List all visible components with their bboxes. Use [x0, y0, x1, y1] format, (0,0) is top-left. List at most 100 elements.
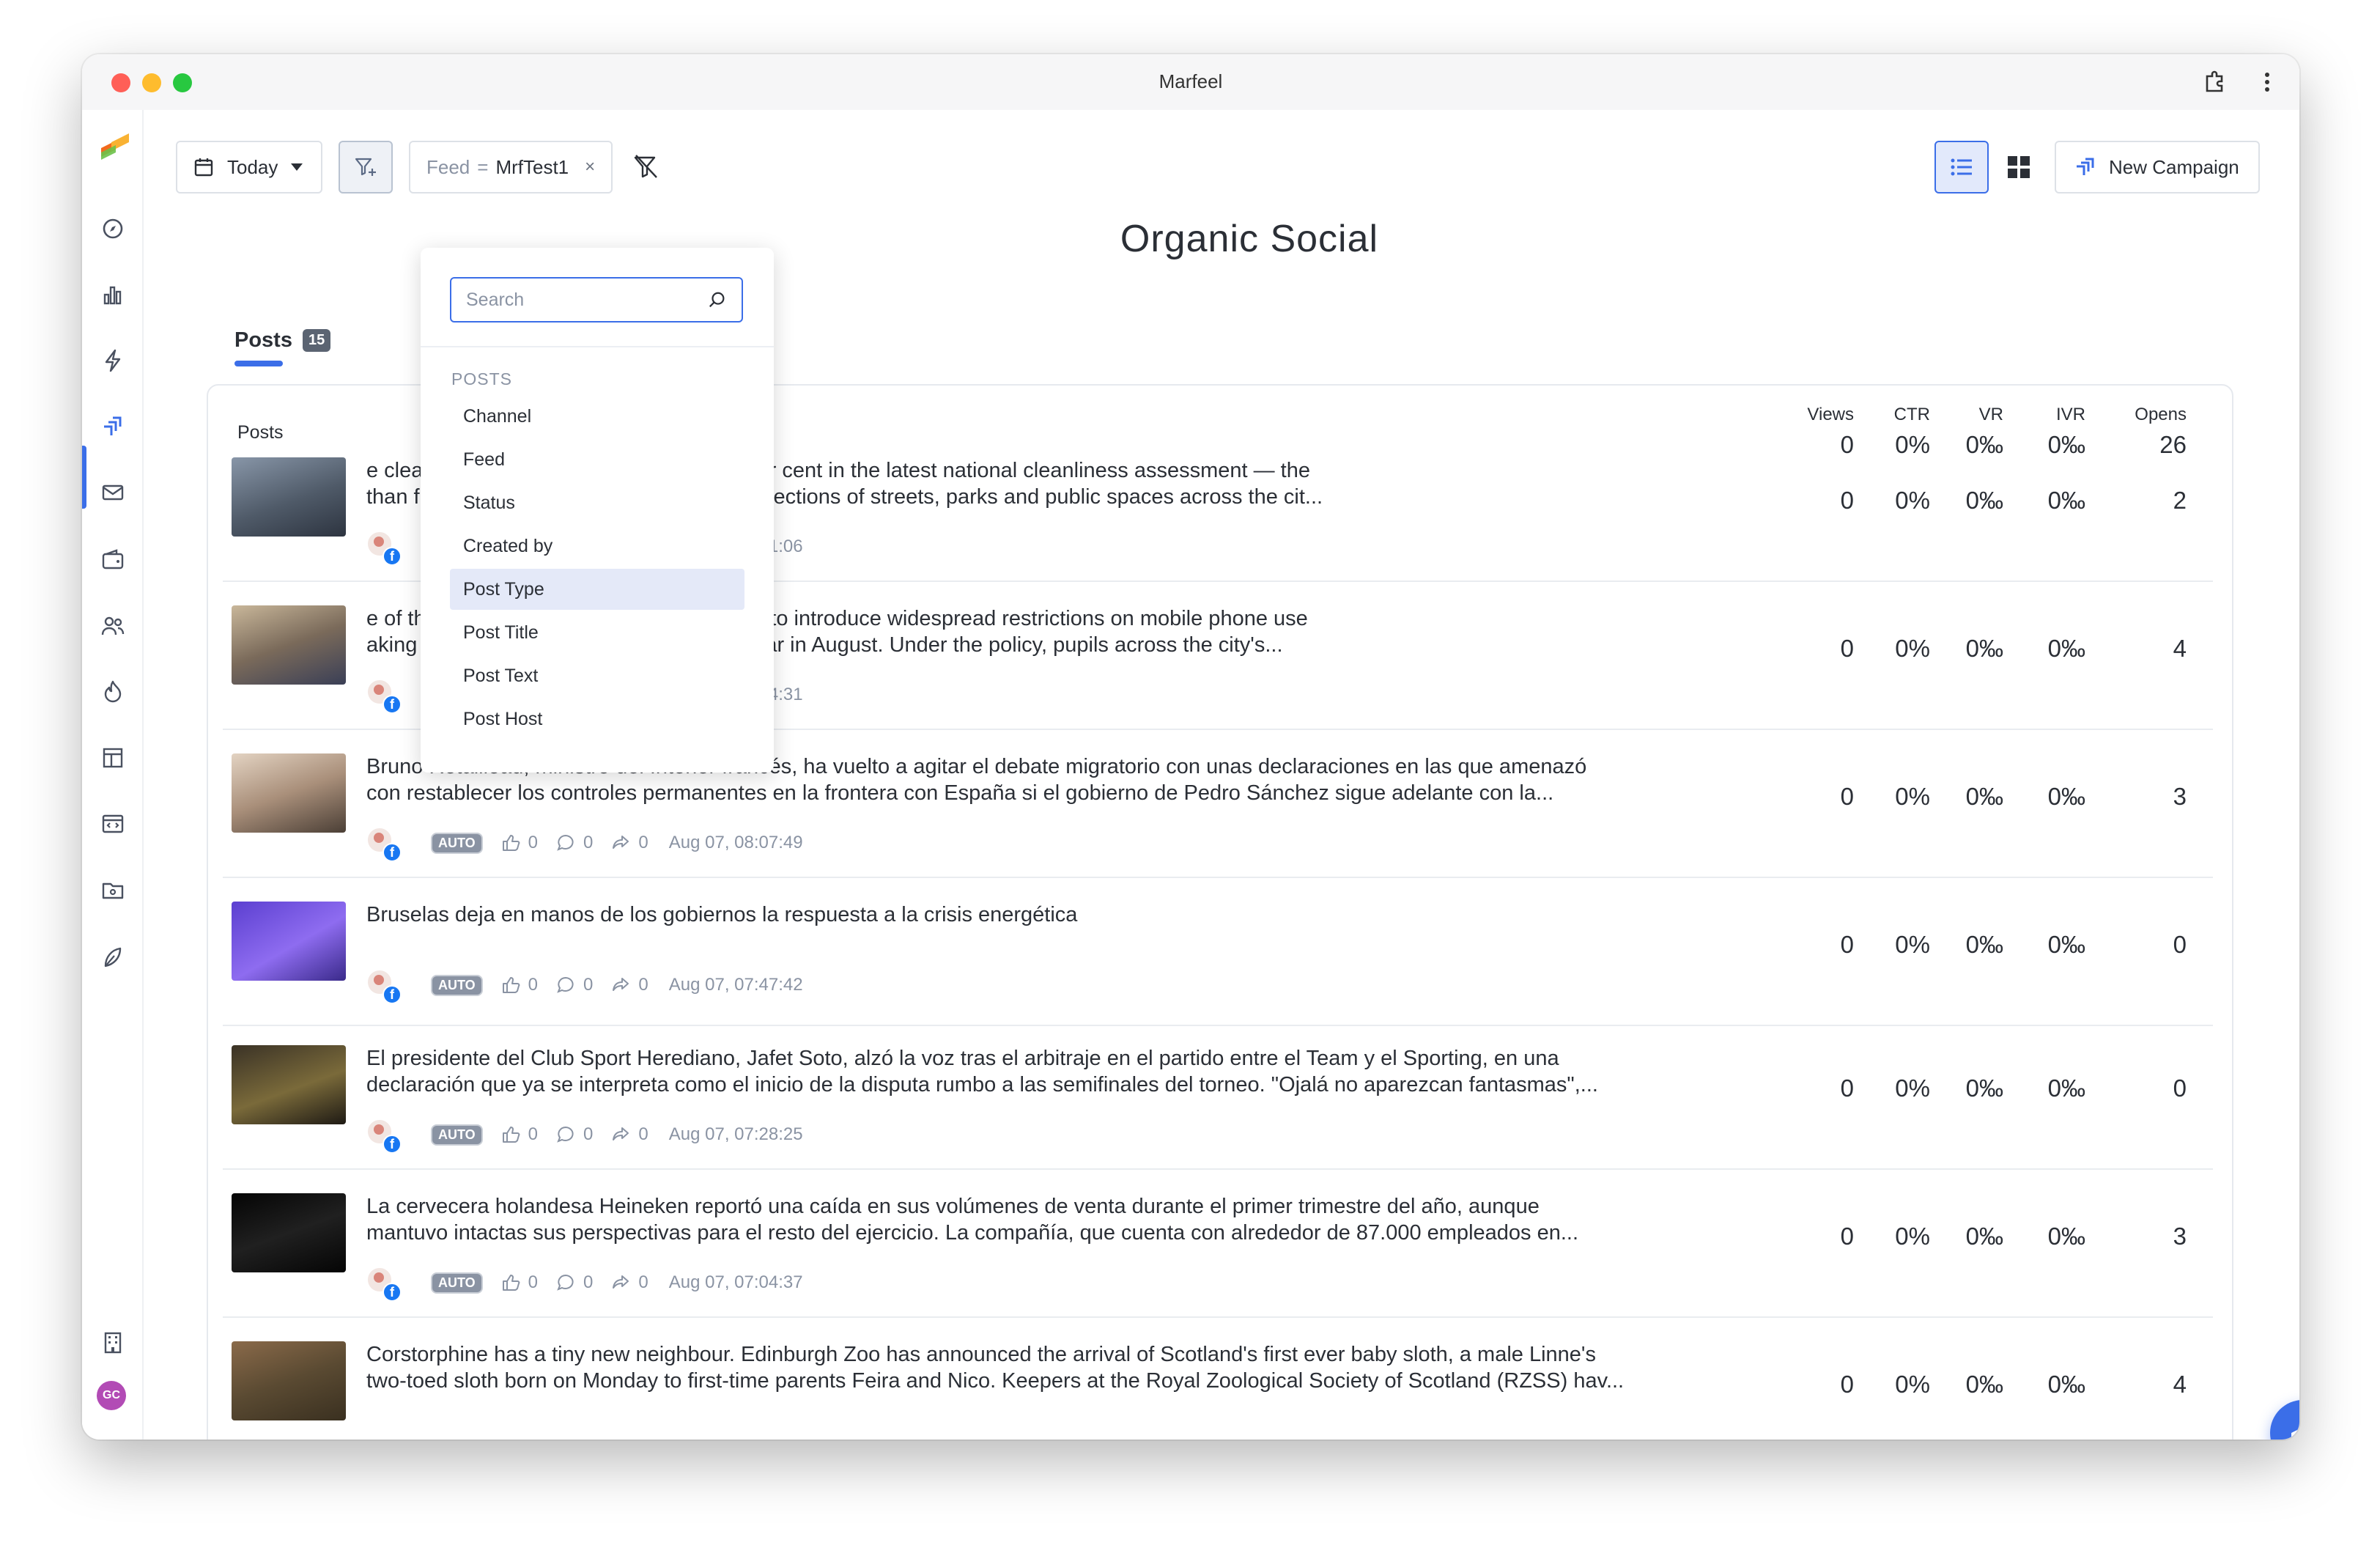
extensions-icon[interactable]: [2200, 67, 2229, 97]
layout-icon[interactable]: [98, 743, 128, 773]
post-thumbnail[interactable]: [232, 1193, 346, 1272]
metric-cell-ctr: 0%: [1895, 783, 1930, 810]
post-thumbnail[interactable]: [232, 1045, 346, 1124]
table-row[interactable]: La cervecera holandesa Heineken reportó …: [223, 1170, 2213, 1318]
filter-search-input[interactable]: [466, 289, 708, 311]
metric-cell-opens: 4: [2173, 1371, 2187, 1398]
metric-header[interactable]: Views: [1807, 405, 1854, 425]
marfeel-logo[interactable]: [98, 132, 132, 161]
dropdown-item-post-type[interactable]: Post Type: [450, 569, 744, 610]
lightning-icon[interactable]: [98, 346, 128, 375]
metric-header[interactable]: VR: [1979, 405, 2003, 425]
building-icon[interactable]: [98, 1328, 128, 1357]
post-text-line-2: two-toed sloth born on Monday to first-t…: [366, 1369, 1625, 1393]
post-thumbnail[interactable]: [232, 753, 346, 833]
metric-header[interactable]: CTR: [1894, 405, 1930, 425]
post-thumbnail[interactable]: [232, 902, 346, 981]
post-text[interactable]: Corstorphine has a tiny new neighbour. E…: [366, 1341, 1737, 1394]
more-vertical-icon[interactable]: [2252, 67, 2282, 97]
shares-count: 0: [638, 1124, 648, 1144]
filter-chip-value: MrfTest1: [495, 155, 569, 178]
date-range-button[interactable]: Today: [176, 141, 322, 194]
dropdown-item-feed[interactable]: Feed: [450, 439, 744, 480]
author-avatar: f: [366, 827, 402, 862]
filter-chip-feed[interactable]: Feed = MrfTest1 ×: [409, 141, 613, 194]
date-range-label: Today: [227, 155, 278, 178]
dropdown-item-created-by[interactable]: Created by: [450, 526, 744, 567]
add-filter-button[interactable]: [339, 141, 393, 194]
post-text[interactable]: Bruselas deja en manos de los gobiernos …: [366, 902, 1737, 928]
remove-filter-icon[interactable]: ×: [585, 157, 595, 177]
table-row[interactable]: El presidente del Club Sport Herediano, …: [223, 1022, 2213, 1170]
dropdown-item-post-host[interactable]: Post Host: [450, 699, 744, 740]
metric-header[interactable]: Opens: [2135, 405, 2187, 425]
author-avatar: f: [366, 1267, 402, 1302]
post-text-line-2: con restablecer los controles permanente…: [366, 781, 1554, 805]
post-text[interactable]: La cervecera holandesa Heineken reportó …: [366, 1193, 1737, 1246]
post-text[interactable]: El presidente del Club Sport Herediano, …: [366, 1045, 1737, 1098]
app-window: Marfeel GC Today Feed = MrfTest1 × New C…: [82, 54, 2299, 1440]
metric-cell-vr: 0‰: [1965, 783, 2003, 810]
wallet-icon[interactable]: [98, 545, 128, 575]
list-icon: [1951, 158, 1972, 176]
social-icon[interactable]: [98, 412, 128, 441]
metric-cell-views: 0: [1840, 1223, 1854, 1250]
grid-view-toggle[interactable]: [1992, 141, 2046, 194]
shares-count: 0: [638, 975, 648, 995]
metric-cell-opens: 0: [2173, 931, 2187, 958]
dropdown-item-status[interactable]: Status: [450, 482, 744, 523]
metric-cell-views: 0: [1840, 931, 1854, 958]
shares-count: 0: [638, 1272, 648, 1292]
likes-count: 0: [528, 1124, 539, 1144]
dropdown-divider: [421, 346, 774, 347]
author-avatar: f: [366, 1118, 402, 1154]
dropdown-item-post-text[interactable]: Post Text: [450, 655, 744, 696]
title-bar: Marfeel: [82, 54, 2299, 110]
share-icon: [613, 978, 629, 991]
auto-badge: AUTO: [431, 974, 483, 996]
mail-icon[interactable]: [98, 478, 128, 507]
post-thumbnail[interactable]: [232, 1341, 346, 1420]
dropdown-item-post-title[interactable]: Post Title: [450, 612, 744, 653]
post-thumbnail[interactable]: [232, 605, 346, 685]
post-date: Aug 07, 07:47:42: [668, 975, 803, 995]
share-icon: [613, 1275, 629, 1289]
post-thumbnail[interactable]: [232, 457, 346, 537]
feather-icon[interactable]: [98, 943, 128, 972]
calendar-icon: [194, 158, 213, 177]
metric-cell-opens: 4: [2173, 635, 2187, 662]
active-tab-indicator: [234, 361, 283, 366]
user-avatar[interactable]: GC: [97, 1381, 126, 1410]
chat-fab-button[interactable]: [2270, 1400, 2299, 1440]
post-meta: f AUTO 0 0 0 Aug 07, 07:28:25: [366, 1118, 803, 1154]
table-row[interactable]: Bruselas deja en manos de los gobiernos …: [223, 878, 2213, 1026]
metric-cell-opens: 0: [2173, 1075, 2187, 1102]
like-icon: [502, 977, 520, 993]
likes-count: 0: [528, 833, 539, 852]
post-date: Aug 07, 07:28:25: [668, 1124, 803, 1144]
new-campaign-button[interactable]: New Campaign: [2055, 141, 2260, 194]
post-text-line-2: declaración que ya se interpreta como el…: [366, 1073, 1598, 1096]
metric-cell-ctr: 0%: [1895, 487, 1930, 514]
metric-header[interactable]: IVR: [2056, 405, 2085, 425]
tab-posts[interactable]: Posts 15: [234, 328, 331, 353]
filter-search-box[interactable]: [450, 277, 743, 322]
fire-icon[interactable]: [98, 677, 128, 707]
post-meta: f AUTO 0 0 0 Aug 07, 08:07:49: [366, 827, 803, 862]
sidebar: [82, 110, 144, 1440]
code-window-icon[interactable]: [98, 809, 128, 838]
comment-icon: [557, 1274, 574, 1291]
metric-cell-views: 0: [1840, 783, 1854, 810]
users-icon[interactable]: [98, 611, 128, 641]
bar-chart-icon[interactable]: [98, 280, 128, 309]
auto-badge: AUTO: [431, 1272, 483, 1294]
filter-chip-key: Feed: [426, 155, 470, 178]
clear-filters-icon[interactable]: [632, 152, 661, 182]
list-view-toggle[interactable]: [1934, 141, 1989, 194]
dropdown-item-channel[interactable]: Channel: [450, 396, 744, 437]
metric-cell-opens: 3: [2173, 783, 2187, 810]
table-row[interactable]: Corstorphine has a tiny new neighbour. E…: [223, 1318, 2213, 1440]
folder-icon[interactable]: [98, 875, 128, 904]
like-icon: [502, 835, 520, 851]
metric-cell-views: 0: [1840, 1371, 1854, 1398]
